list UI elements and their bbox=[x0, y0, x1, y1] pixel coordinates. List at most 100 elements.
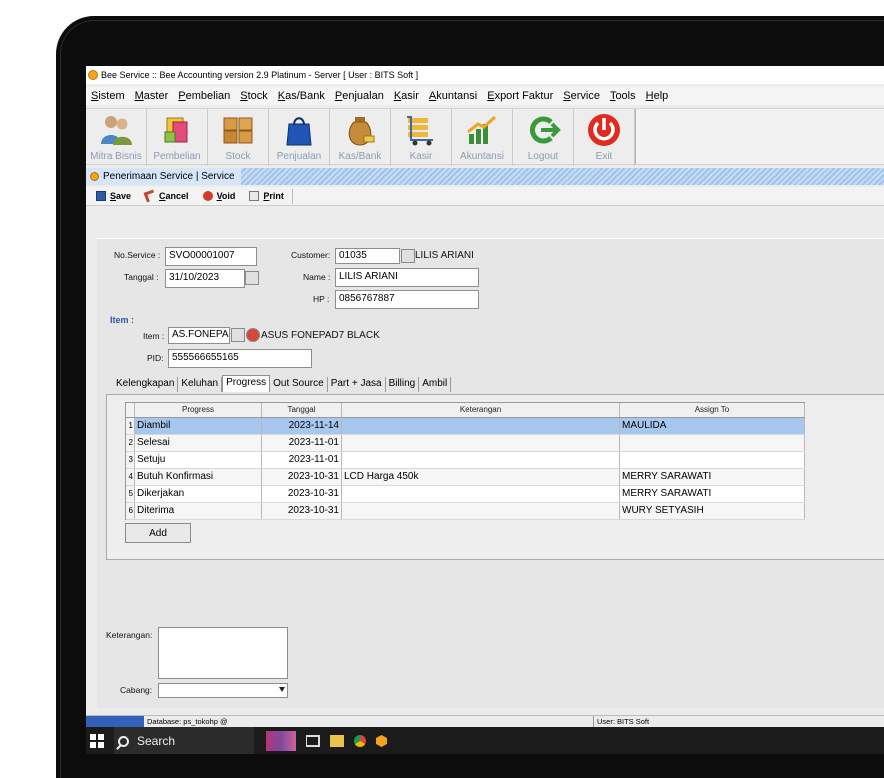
boxes-icon bbox=[223, 117, 253, 144]
bee-taskbar-icon[interactable] bbox=[376, 735, 387, 747]
keterangan-cell[interactable] bbox=[342, 452, 620, 468]
toolbar-pembelian-button[interactable]: Pembelian bbox=[147, 109, 208, 166]
item-code-field[interactable]: AS.FONEPAD bbox=[168, 327, 230, 344]
customer-code-field[interactable]: 01035 bbox=[335, 248, 400, 264]
menu-kas-bank[interactable]: Kas/Bank bbox=[273, 90, 330, 102]
assign-cell[interactable]: WURY SETYASIH bbox=[620, 503, 805, 519]
main-toolbar: Mitra Bisnis Pembelian Stock Penjualan K… bbox=[86, 108, 884, 166]
tanggal-cell[interactable]: 2023-11-01 bbox=[262, 435, 342, 451]
name-field[interactable]: LILIS ARIANI bbox=[335, 268, 479, 287]
menu-akuntansi[interactable]: Akuntansi bbox=[424, 90, 482, 102]
task-view-icon[interactable] bbox=[306, 735, 320, 747]
progress-cell[interactable]: Dikerjakan bbox=[135, 486, 262, 502]
column-header-progress[interactable]: Progress bbox=[135, 403, 262, 417]
column-header-tanggal[interactable]: Tanggal bbox=[262, 403, 342, 417]
tab-billing[interactable]: Billing bbox=[386, 377, 420, 392]
void-button[interactable]: Void bbox=[202, 191, 236, 201]
tanggal-cell[interactable]: 2023-10-31 bbox=[262, 469, 342, 485]
toolbar-kas-bank-button[interactable]: Kas/Bank bbox=[330, 109, 391, 166]
tanggal-field[interactable]: 31/10/2023 bbox=[165, 269, 245, 288]
toolbar-penjualan-button[interactable]: Penjualan bbox=[269, 109, 330, 166]
tab-ambil[interactable]: Ambil bbox=[419, 377, 452, 392]
hp-field[interactable]: 0856767887 bbox=[335, 290, 479, 309]
toolbar-exit-button[interactable]: Exit bbox=[574, 109, 635, 166]
toolbar-label: Exit bbox=[595, 151, 613, 162]
windows-start-icon[interactable] bbox=[90, 734, 104, 748]
table-row[interactable]: 3 Setuju 2023-11-01 bbox=[126, 452, 805, 469]
item-search-icon[interactable] bbox=[231, 328, 245, 342]
cancel-button[interactable]: Cancel bbox=[143, 189, 189, 203]
menu-service[interactable]: Service bbox=[558, 90, 605, 102]
tanggal-cell[interactable]: 2023-10-31 bbox=[262, 486, 342, 502]
save-button[interactable]: Save bbox=[96, 191, 131, 201]
taskbar-search-text: Search bbox=[137, 734, 176, 748]
toolbar-stock-button[interactable]: Stock bbox=[208, 109, 269, 166]
form-panel: No.Service : SVO00001007 Tanggal : 31/10… bbox=[97, 238, 884, 708]
tab-progress[interactable]: Progress bbox=[222, 375, 271, 392]
add-progress-button[interactable]: Add bbox=[125, 523, 191, 543]
column-header-assign-to[interactable]: Assign To bbox=[620, 403, 805, 417]
search-icon bbox=[118, 735, 129, 747]
money-bag-icon bbox=[348, 117, 375, 146]
print-button[interactable]: Print bbox=[249, 191, 284, 201]
progress-cell[interactable]: Setuju bbox=[135, 452, 262, 468]
keterangan-cell[interactable] bbox=[342, 503, 620, 519]
item-name-display: ASUS FONEPAD7 BLACK bbox=[261, 330, 380, 341]
tanggal-cell[interactable]: 2023-10-31 bbox=[262, 503, 342, 519]
menu-export-faktur[interactable]: Export Faktur bbox=[482, 90, 558, 102]
tab-part-jasa[interactable]: Part + Jasa bbox=[328, 377, 386, 392]
taskbar-search-box[interactable]: Search bbox=[114, 727, 254, 754]
calendar-icon[interactable] bbox=[245, 271, 259, 285]
toolbar-kasir-button[interactable]: Kasir bbox=[391, 109, 452, 166]
menu-help[interactable]: Help bbox=[641, 90, 674, 102]
item-clear-icon[interactable] bbox=[246, 328, 260, 342]
menu-stock[interactable]: Stock bbox=[235, 90, 273, 102]
menu-penjualan[interactable]: Penjualan bbox=[330, 90, 389, 102]
form-tab[interactable]: Penerimaan Service | Service bbox=[86, 168, 241, 185]
toolbar-logout-button[interactable]: Logout bbox=[513, 109, 574, 166]
customer-search-icon[interactable] bbox=[401, 249, 415, 263]
no-service-field[interactable]: SVO00001007 bbox=[165, 247, 257, 266]
menu-sistem[interactable]: Sistem bbox=[86, 90, 130, 102]
assign-cell[interactable] bbox=[620, 435, 805, 451]
keterangan-cell[interactable] bbox=[342, 486, 620, 502]
assign-cell[interactable]: MAULIDA bbox=[620, 418, 805, 434]
tab-out-source[interactable]: Out Source bbox=[270, 377, 328, 392]
keterangan-textarea[interactable] bbox=[158, 627, 288, 679]
menu-pembelian[interactable]: Pembelian bbox=[173, 90, 235, 102]
keterangan-cell[interactable] bbox=[342, 435, 620, 451]
table-row[interactable]: 6 Diterima 2023-10-31 WURY SETYASIH bbox=[126, 503, 805, 520]
status-bar: Database: ps_tokohp @ User: BITS Soft bbox=[86, 715, 884, 727]
file-explorer-icon[interactable] bbox=[330, 735, 344, 747]
progress-cell[interactable]: Diambil bbox=[135, 418, 262, 434]
menu-tools[interactable]: Tools bbox=[605, 90, 641, 102]
tab-kelengkapan[interactable]: Kelengkapan bbox=[113, 377, 179, 392]
assign-cell[interactable] bbox=[620, 452, 805, 468]
users-icon bbox=[101, 116, 132, 145]
progress-cell[interactable]: Selesai bbox=[135, 435, 262, 451]
chrome-icon[interactable] bbox=[354, 735, 366, 747]
table-row[interactable]: 2 Selesai 2023-11-01 bbox=[126, 435, 805, 452]
toolbar-akuntansi-button[interactable]: Akuntansi bbox=[452, 109, 513, 166]
keterangan-cell[interactable]: LCD Harga 450k bbox=[342, 469, 620, 485]
toolbar-mitra-bisnis-button[interactable]: Mitra Bisnis bbox=[86, 109, 147, 166]
table-row[interactable]: 4 Butuh Konfirmasi 2023-10-31 LCD Harga … bbox=[126, 469, 805, 486]
table-row[interactable]: 5 Dikerjakan 2023-10-31 MERRY SARAWATI bbox=[126, 486, 805, 503]
keterangan-cell[interactable] bbox=[342, 418, 620, 434]
cabang-select[interactable] bbox=[158, 683, 288, 698]
tanggal-cell[interactable]: 2023-11-14 bbox=[262, 418, 342, 434]
assign-cell[interactable]: MERRY SARAWATI bbox=[620, 469, 805, 485]
table-row[interactable]: 1 Diambil 2023-11-14 MAULIDA bbox=[126, 418, 805, 435]
status-database: Database: ps_tokohp @ bbox=[144, 716, 594, 727]
tanggal-cell[interactable]: 2023-11-01 bbox=[262, 452, 342, 468]
menu-kasir[interactable]: Kasir bbox=[389, 90, 424, 102]
progress-cell[interactable]: Butuh Konfirmasi bbox=[135, 469, 262, 485]
column-header-keterangan[interactable]: Keterangan bbox=[342, 403, 620, 417]
menu-master[interactable]: Master bbox=[130, 90, 174, 102]
pid-field[interactable]: 555566655165 bbox=[168, 349, 312, 368]
tab-keluhan[interactable]: Keluhan bbox=[178, 377, 223, 392]
void-label: Void bbox=[216, 191, 236, 201]
progress-cell[interactable]: Diterima bbox=[135, 503, 262, 519]
assign-cell[interactable]: MERRY SARAWATI bbox=[620, 486, 805, 502]
row-number: 2 bbox=[126, 435, 135, 451]
